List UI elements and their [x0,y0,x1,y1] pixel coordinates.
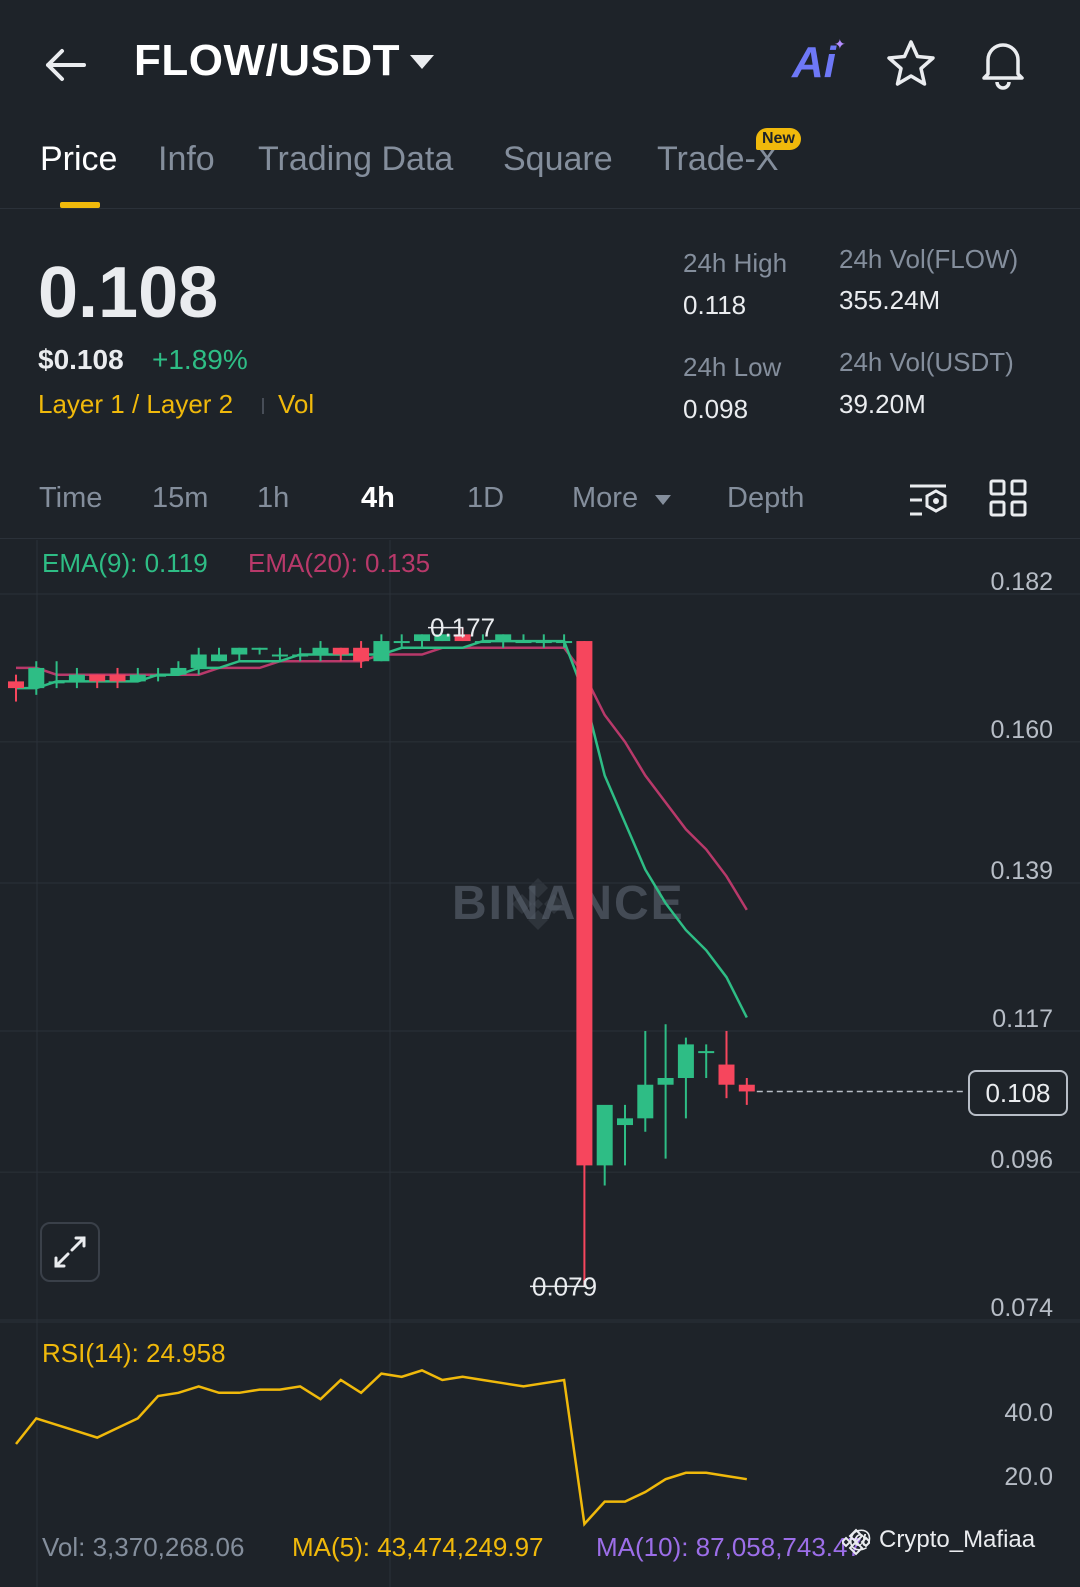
candle-body [28,667,45,689]
candle-body [637,1084,654,1119]
rsi-line [15,1369,747,1527]
stat-24h-low-value: 0.098 [683,394,749,424]
rsi-label: RSI(14): 24.958 [42,1338,226,1368]
candle-body [535,641,552,644]
candle-body [617,1118,633,1126]
price-axis-label: 0.096 [990,1146,1053,1174]
candle-body [129,674,146,682]
candle-body [8,681,24,689]
divider [0,208,1080,209]
ai-assistant-icon[interactable]: Ai [792,38,836,88]
usd-price: $0.108 [38,344,124,375]
last-price: 0.108 [38,253,219,333]
candlestick-chart[interactable]: 0.182 0.160 0.139 0.117 0.096 0.074 0.177 0.079… [0,540,1080,1587]
tab-price[interactable]: Price [40,140,117,179]
timeframe-more[interactable]: More [572,482,638,515]
candle-body [495,634,512,642]
low-marker-label: 0.079 [532,1271,597,1301]
candle-body [657,1078,674,1085]
new-badge: New [756,128,801,150]
ema9-line [16,639,748,1019]
price-axis-label: 0.074 [990,1294,1053,1322]
timeframe-1h[interactable]: 1h [257,482,289,515]
candle-body [556,641,573,644]
pair-title[interactable]: FLOW/USDT [134,36,400,86]
candle-body [312,647,329,655]
divider [0,538,1080,539]
stat-24h-vol-flow-value: 355.24M [839,285,941,315]
candle-body [211,654,227,662]
candle-body [677,1044,694,1078]
chevron-down-icon[interactable] [408,52,436,72]
stat-24h-vol-usdt-label: 24h Vol(USDT) [839,347,1014,377]
price-axis-label: 0.182 [990,568,1053,596]
candle-body [393,641,410,644]
candle-body [576,641,593,1166]
rsi-axis-label: 40.0 [1004,1399,1053,1427]
expand-icon [54,1236,86,1268]
timeframe-15m[interactable]: 15m [152,482,208,515]
candle-body [170,667,187,675]
volume-label: Vol: 3,370,268.06 [42,1532,245,1562]
tag-layer[interactable]: Layer 1 / Layer 2 [38,389,233,420]
tag-separator [262,398,264,414]
stat-24h-vol-flow-label: 24h Vol(FLOW) [839,244,1019,274]
ema9-label: EMA(9): 0.119 [42,548,208,578]
candle-body [48,681,65,684]
tab-info[interactable]: Info [158,140,215,179]
candle-body [190,654,207,668]
candle-body [231,647,248,655]
candle-body [292,654,309,657]
candle-body [68,674,85,682]
expand-chart-button[interactable] [40,1222,100,1282]
candle-body [698,1051,715,1054]
candle-body [373,641,390,662]
rsi-axis-label: 20.0 [1004,1463,1053,1491]
tag-vol[interactable]: Vol [278,389,314,420]
stat-24h-high-label: 24h High [683,248,788,278]
timeframe-time[interactable]: Time [39,482,102,515]
candle-body [596,1104,613,1166]
high-marker-label: 0.177 [430,613,495,643]
candle-body [738,1084,755,1092]
candle-body [332,647,349,655]
stat-24h-high-value: 0.118 [683,290,747,320]
candle-body [109,674,126,682]
candle-body [150,674,167,677]
stat-24h-low-label: 24h Low [683,352,782,382]
credit-watermark: @ Crypto_Mafiaa [848,1526,1036,1553]
last-price-marker: 0.108 [968,1070,1068,1116]
chevron-down-icon[interactable] [654,494,672,506]
timeframe-1d[interactable]: 1D [467,482,504,515]
tab-square[interactable]: Square [503,140,613,179]
candle-body [89,674,106,682]
binance-square-icon [842,1528,870,1556]
candle-body [251,647,268,650]
bell-icon[interactable] [976,36,1030,90]
candle-body [414,634,430,642]
sparkle-icon: ✦ [834,36,846,52]
ema20-label: EMA(20): 0.135 [248,548,431,578]
candle-body [271,654,288,657]
stat-24h-vol-usdt-value: 39.20M [839,389,926,419]
price-change-percent: +1.89% [152,344,248,375]
ema20-line [16,646,748,911]
back-arrow-icon[interactable] [40,40,90,90]
tab-trading-data[interactable]: Trading Data [258,140,453,179]
price-axis-label: 0.117 [992,1005,1053,1033]
timeframe-4h[interactable]: 4h [361,482,395,515]
candle-body [515,641,532,644]
candle-body [353,647,370,662]
price-axis-label: 0.139 [990,857,1053,885]
chart-settings-icon[interactable] [906,478,950,522]
layout-grid-icon[interactable] [988,478,1028,518]
timeframe-depth[interactable]: Depth [727,482,804,515]
candle-body [718,1064,735,1085]
ma10-label: MA(10): 87,058,743.47 [596,1532,862,1562]
favorite-star-icon[interactable] [885,38,937,90]
ma5-label: MA(5): 43,474,249.97 [292,1532,544,1562]
price-axis-label: 0.160 [990,716,1053,744]
